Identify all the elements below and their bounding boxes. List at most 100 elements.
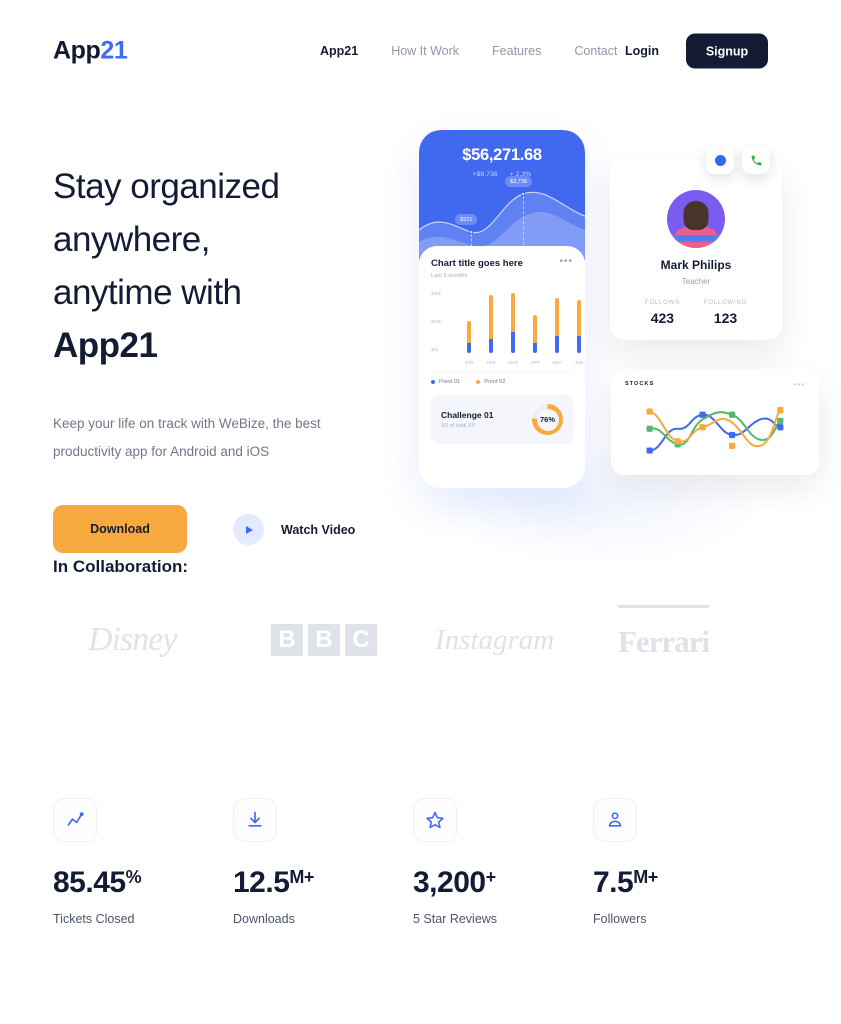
profile-stat-follows-value: 423 xyxy=(650,310,675,326)
y-tick-2: $1k xyxy=(431,347,439,352)
brand-logo-disney: Disney xyxy=(88,621,177,658)
download-icon xyxy=(233,798,277,842)
balance-change: +$8,736 + 2.3% xyxy=(419,171,585,178)
balance-panel: $56,271.68 +$8,736 + 2.3% $921 $3,736 xyxy=(419,130,585,260)
challenge-card[interactable]: Challenge 01 XX of total XX 76% xyxy=(431,395,573,444)
challenge-title: Challenge 01 xyxy=(441,410,494,420)
stat-value: 12.5 xyxy=(233,866,290,899)
chart-subtitle: Last 6 months xyxy=(431,273,468,279)
x-tick-may: MAY xyxy=(552,360,562,365)
stat-value-wrap: 85.45 % xyxy=(53,866,233,900)
phone-icon xyxy=(751,155,761,165)
brand-logo[interactable]: App21 xyxy=(53,36,128,66)
legend-dot-point-01 xyxy=(431,380,435,384)
x-tick-jan: JAN xyxy=(464,360,474,365)
main-nav: App21 How It Work Features Contact xyxy=(320,44,617,58)
stat-suffix: + xyxy=(485,867,497,887)
stat-label: Tickets Closed xyxy=(53,912,135,926)
hero-title-line-3: anytime with xyxy=(53,273,242,312)
profile-stat-following-value: 123 xyxy=(713,310,738,326)
stat-suffix: M+ xyxy=(289,867,314,887)
profile-stat-following-label: FOLLOWING xyxy=(703,300,748,306)
stat-suffix: M+ xyxy=(633,867,658,887)
nav-item-app21[interactable]: App21 xyxy=(320,44,358,58)
star-icon xyxy=(413,798,457,842)
bar-top-apr xyxy=(533,315,537,343)
profile-stat-follows-label: FOLLOWS xyxy=(644,300,680,306)
stat-label: Downloads xyxy=(233,912,295,926)
chart-legend: Point 01 Point 02 xyxy=(431,371,573,385)
balance-amount: $56,271.68 xyxy=(462,146,542,164)
status-dot-button[interactable] xyxy=(706,146,734,174)
hero-title: Stay organized anywhere, anytime with Ap… xyxy=(53,160,413,372)
profile-stats: FOLLOWS 423 FOLLOWING 123 xyxy=(610,300,782,326)
stat-label: Followers xyxy=(593,912,647,926)
stat-label: 5 Star Reviews xyxy=(413,912,498,926)
bar-chart: $30k $20k $1k JAN FEB MAR APR MAY JUN xyxy=(431,291,583,365)
bar-bottom-feb xyxy=(489,339,493,353)
legend-item-point-02: Point 02 xyxy=(476,379,506,385)
bar-bottom-may xyxy=(555,336,559,353)
x-tick-apr: APR xyxy=(530,360,540,365)
profile-action-buttons xyxy=(706,146,770,174)
stocks-title: STOCKS xyxy=(625,381,655,387)
signup-button[interactable]: Signup xyxy=(686,33,768,69)
challenge-subtitle: XX of total XX xyxy=(441,423,476,429)
hero-title-line-2: anywhere, xyxy=(53,220,210,259)
download-button[interactable]: Download xyxy=(53,505,187,553)
nav-item-features[interactable]: Features xyxy=(492,44,541,58)
nav-item-contact[interactable]: Contact xyxy=(574,44,617,58)
brand-logo-instagram: Instagram xyxy=(435,623,555,656)
legend-dot-point-02 xyxy=(476,380,481,384)
stat-5-star-reviews: 3,200 + 5 Star Reviews xyxy=(413,798,593,926)
bar-bottom-apr xyxy=(533,343,537,353)
stat-value-wrap: 7.5 M+ xyxy=(593,866,773,900)
legend-item-point-01: Point 01 xyxy=(431,379,460,385)
hero-subtitle: Keep your life on track with WeBize, the… xyxy=(53,416,321,459)
x-tick-feb: FEB xyxy=(486,360,496,365)
brand-logo-prefix: App xyxy=(53,36,101,65)
brand-logos-row: Disney B B C Instagram Ferrari xyxy=(53,605,793,675)
profile-stat-follows: FOLLOWS 423 xyxy=(645,300,680,326)
y-tick-1: $20k xyxy=(431,319,441,324)
bar-top-may xyxy=(555,298,559,336)
balance-tooltip-left: $921 xyxy=(455,214,478,225)
legend-label-point-02: Point 02 xyxy=(484,379,506,385)
stat-value-wrap: 3,200 + xyxy=(413,866,593,900)
stocks-line-chart xyxy=(646,407,784,454)
avatar xyxy=(667,190,725,248)
hero-title-strong: App21 xyxy=(53,326,158,365)
stat-value: 3,200 xyxy=(413,866,486,899)
blue-dot-icon xyxy=(714,154,726,166)
brand-logo-suffix: 21 xyxy=(100,36,128,65)
bar-bottom-jan xyxy=(467,343,471,353)
bbc-letter-3: C xyxy=(345,624,377,656)
play-icon xyxy=(233,514,264,545)
stat-suffix: % xyxy=(125,867,142,887)
bar-top-mar xyxy=(511,293,515,332)
profile-role: Teacher xyxy=(681,277,711,286)
stat-value: 7.5 xyxy=(593,866,634,899)
bar-bottom-mar xyxy=(511,332,515,353)
chart-menu-icon[interactable]: ••• xyxy=(559,257,573,267)
stocks-header: STOCKS ••• xyxy=(625,380,805,388)
stat-value-wrap: 12.5 M+ xyxy=(233,866,413,900)
chart-header: Chart title goes here ••• xyxy=(431,257,573,270)
challenge-percent: 76% xyxy=(536,408,559,431)
x-tick-jun: JUN xyxy=(574,360,584,365)
users-icon xyxy=(593,798,637,842)
nav-item-how-it-work[interactable]: How It Work xyxy=(391,44,459,58)
phone-chart-card: Chart title goes here ••• Last 6 months … xyxy=(419,246,585,488)
login-link[interactable]: Login xyxy=(625,44,659,58)
balance-tooltip-right: $3,736 xyxy=(505,176,533,187)
watch-video-button[interactable]: Watch Video xyxy=(233,514,355,545)
balance-point-right xyxy=(521,192,525,196)
balance-change-amount: +$8,736 xyxy=(472,171,498,178)
hero-title-line-1: Stay organized xyxy=(53,167,280,206)
call-button[interactable] xyxy=(742,146,770,174)
bar-top-jan xyxy=(467,321,471,343)
bar-top-jun xyxy=(577,300,581,336)
balance-point-left xyxy=(469,230,473,234)
collaboration-label: In Collaboration: xyxy=(53,557,189,576)
stocks-menu-icon[interactable]: ••• xyxy=(794,380,805,388)
